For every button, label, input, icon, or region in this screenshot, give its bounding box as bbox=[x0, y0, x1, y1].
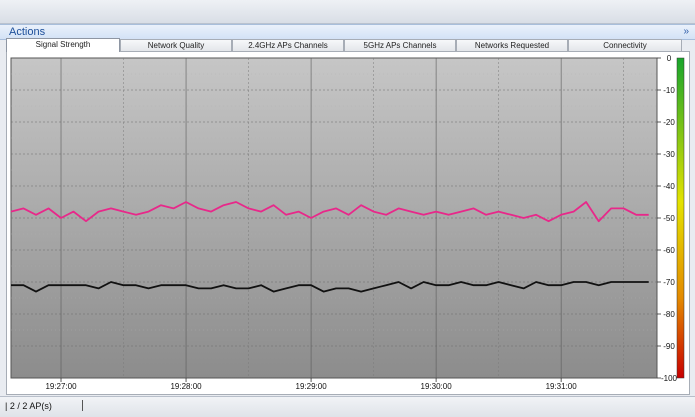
y-tick-label: -10 bbox=[663, 86, 675, 95]
tab-label: Networks Requested bbox=[474, 41, 550, 50]
tab-label: Network Quality bbox=[147, 41, 205, 50]
status-bar: | 2 / 2 AP(s) bbox=[0, 396, 695, 417]
tab-strip: Signal Strength Network Quality 2.4GHz A… bbox=[6, 38, 682, 52]
status-separator bbox=[82, 400, 83, 411]
double-chevron-down-icon[interactable]: » bbox=[683, 25, 689, 39]
y-tick-label: 0 bbox=[667, 54, 672, 63]
chart-panel: 0 -10 -20 -30 -40 -50 -60 -70 -80 -90 -100 19:27:0… bbox=[6, 51, 690, 395]
top-band bbox=[0, 0, 695, 24]
actions-title: Actions bbox=[9, 26, 46, 38]
tab-label: 5GHz APs Channels bbox=[363, 41, 437, 50]
x-tick-label: 19:30:00 bbox=[421, 382, 453, 391]
tab-5ghz-aps-channels[interactable]: 5GHz APs Channels bbox=[344, 39, 456, 51]
tab-networks-requested[interactable]: Networks Requested bbox=[456, 39, 568, 51]
y-tick-label: -40 bbox=[663, 182, 675, 191]
y-tick-label: -100 bbox=[661, 374, 678, 383]
tab-label: 2.4GHz APs Channels bbox=[248, 41, 328, 50]
tab-label: Connectivity bbox=[603, 41, 647, 50]
tab-network-quality[interactable]: Network Quality bbox=[120, 39, 232, 51]
tab-signal-strength[interactable]: Signal Strength bbox=[6, 38, 120, 52]
x-tick-label: 19:27:00 bbox=[45, 382, 77, 391]
y-tick-label: -50 bbox=[663, 214, 675, 223]
y-tick-label: -60 bbox=[663, 246, 675, 255]
y-tick-label: -30 bbox=[663, 150, 675, 159]
x-tick-label: 19:28:00 bbox=[170, 382, 202, 391]
y-tick-label: -20 bbox=[663, 118, 675, 127]
x-tick-label: 19:29:00 bbox=[296, 382, 328, 391]
x-axis: 19:27:00 19:28:00 19:29:00 19:30:00 19:31:00 bbox=[45, 378, 577, 391]
x-tick-label: 19:31:00 bbox=[546, 382, 578, 391]
y-tick-label: -90 bbox=[663, 342, 675, 351]
tab-label: Signal Strength bbox=[35, 40, 91, 49]
signal-strength-chart: 0 -10 -20 -30 -40 -50 -60 -70 -80 -90 -100 19:27:0… bbox=[10, 54, 685, 391]
ap-count-text: 2 / 2 AP(s) bbox=[9, 401, 52, 411]
ap-count-status: | 2 / 2 AP(s) bbox=[5, 401, 52, 411]
y-tick-label: -70 bbox=[663, 278, 675, 287]
signal-level-bar bbox=[676, 57, 685, 379]
y-tick-label: -80 bbox=[663, 310, 675, 319]
tab-24ghz-aps-channels[interactable]: 2.4GHz APs Channels bbox=[232, 39, 344, 51]
tab-connectivity[interactable]: Connectivity bbox=[568, 39, 682, 51]
y-axis: 0 -10 -20 -30 -40 -50 -60 -70 -80 -90 -100 bbox=[657, 54, 678, 383]
